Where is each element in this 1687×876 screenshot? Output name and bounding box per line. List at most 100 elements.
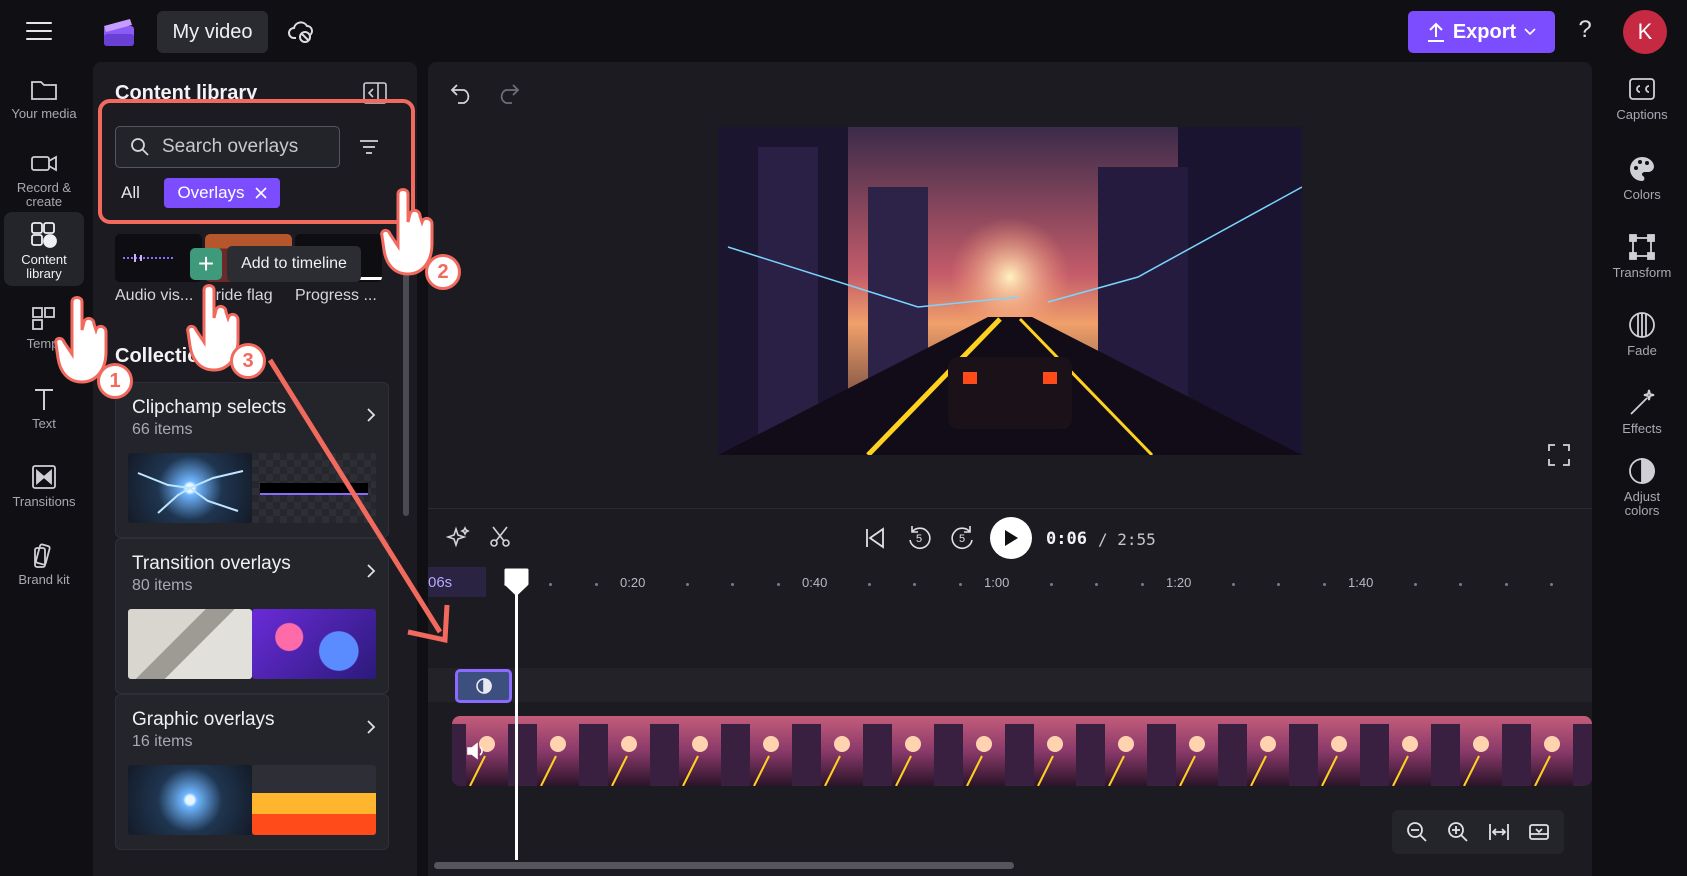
rail-label: Effects bbox=[1622, 421, 1662, 436]
help-icon[interactable]: ? bbox=[1573, 16, 1597, 46]
collection-count: 66 items bbox=[132, 421, 193, 438]
scissors-icon[interactable] bbox=[488, 525, 512, 549]
rail-item-adjust-colors[interactable]: Adjust colors bbox=[1597, 456, 1687, 518]
adjust-colors-icon bbox=[1629, 458, 1655, 484]
folder-icon bbox=[31, 81, 57, 100]
forward-seconds: 5 bbox=[959, 533, 966, 545]
collection-name: Clipchamp selects bbox=[132, 397, 287, 418]
audio-visualizer-thumbnail[interactable] bbox=[115, 234, 202, 282]
export-button[interactable]: Export bbox=[1408, 11, 1555, 53]
rail-item-brand-kit[interactable]: Brand kit bbox=[4, 540, 84, 587]
rail-item-content-library[interactable]: Content library bbox=[4, 212, 84, 286]
highlight-box bbox=[98, 99, 415, 224]
rail-label: colors bbox=[1624, 503, 1660, 518]
cloud-sync-off-icon[interactable] bbox=[288, 18, 316, 46]
stage-divider bbox=[428, 508, 1592, 509]
export-label: Export bbox=[1452, 20, 1517, 43]
collection-card-graphic-overlays[interactable]: Graphic overlays 16 items bbox=[115, 694, 389, 850]
play-button[interactable] bbox=[990, 517, 1032, 559]
palette-icon bbox=[1630, 157, 1654, 181]
rail-item-your-media[interactable]: Your media bbox=[4, 74, 84, 121]
chevron-right-icon bbox=[367, 408, 376, 422]
item-label: Progress ... bbox=[295, 287, 377, 304]
avatar[interactable]: K bbox=[1623, 10, 1667, 54]
chevron-right-icon bbox=[367, 720, 376, 734]
blobs-thumbnail bbox=[252, 609, 376, 679]
ruler-dot bbox=[868, 583, 871, 586]
collection-card-transition-overlays[interactable]: Transition overlays 80 items bbox=[115, 538, 389, 694]
brand-kit-icon bbox=[34, 543, 51, 568]
rail-label: Content bbox=[21, 252, 67, 267]
ruler-dot bbox=[595, 583, 598, 586]
collection-count: 16 items bbox=[132, 733, 193, 750]
skip-to-start-icon[interactable] bbox=[864, 527, 886, 549]
rail-item-colors[interactable]: Colors bbox=[1597, 154, 1687, 202]
fire-thumbnail bbox=[252, 765, 376, 835]
rail-label: library bbox=[26, 266, 62, 281]
zoom-in-icon[interactable] bbox=[1447, 821, 1469, 843]
step-badge-3: 3 bbox=[230, 343, 266, 379]
rail-item-record-create[interactable]: Record & create bbox=[4, 148, 84, 209]
ruler-label: 1:00 bbox=[984, 575, 1010, 590]
redo-icon[interactable] bbox=[496, 82, 520, 104]
ruler-dot bbox=[1414, 583, 1417, 586]
rail-label: Captions bbox=[1616, 107, 1668, 122]
lightning-thumbnail bbox=[128, 765, 252, 835]
rail-label: create bbox=[25, 194, 63, 209]
ruler-dot bbox=[1323, 583, 1326, 586]
ruler-label: 1:40 bbox=[1348, 575, 1374, 590]
timeline-layout-icon[interactable] bbox=[1528, 821, 1550, 843]
top-bar: My video Export ? K bbox=[0, 0, 1687, 66]
rail-item-captions[interactable]: Captions bbox=[1597, 74, 1687, 122]
ruler-label: 0:20 bbox=[620, 575, 646, 590]
playhead-line bbox=[515, 580, 518, 860]
video-clip-track[interactable] bbox=[452, 716, 1592, 786]
overlay-track[interactable] bbox=[428, 668, 1592, 702]
ruler-dot bbox=[959, 583, 962, 586]
fullscreen-icon[interactable] bbox=[1548, 444, 1570, 466]
add-to-timeline-button[interactable]: + bbox=[190, 248, 222, 280]
collection-count: 80 items bbox=[132, 577, 193, 594]
zoom-out-icon[interactable] bbox=[1406, 821, 1428, 843]
video-preview[interactable] bbox=[718, 127, 1302, 455]
upload-icon bbox=[1427, 22, 1444, 42]
forward-5-button[interactable]: 5 bbox=[948, 524, 976, 552]
undo-icon[interactable] bbox=[450, 82, 474, 104]
frame-overlay-thumbnail bbox=[252, 453, 376, 523]
ruler-dot bbox=[686, 583, 689, 586]
overlay-clip[interactable] bbox=[455, 669, 512, 703]
lightning-icon bbox=[137, 470, 244, 514]
ruler-dot bbox=[1459, 583, 1462, 586]
rail-label: Text bbox=[32, 416, 56, 431]
ruler-dot bbox=[777, 583, 780, 586]
ruler-dot bbox=[731, 583, 734, 586]
transitions-icon bbox=[32, 465, 56, 489]
ruler-label: 0:40 bbox=[802, 575, 828, 590]
rewind-5-button[interactable]: 5 bbox=[906, 524, 934, 552]
volume-icon[interactable] bbox=[466, 742, 486, 760]
rail-label: Your media bbox=[11, 106, 77, 121]
fade-icon bbox=[1629, 312, 1655, 338]
menu-icon[interactable] bbox=[26, 22, 52, 42]
rail-label: Record & bbox=[16, 180, 72, 195]
collection-name: Transition overlays bbox=[132, 553, 291, 574]
rail-item-fade[interactable]: Fade bbox=[1597, 310, 1687, 358]
project-title[interactable]: My video bbox=[157, 11, 268, 53]
rail-item-transform[interactable]: Transform bbox=[1597, 232, 1687, 280]
chevron-down-icon bbox=[1524, 28, 1536, 36]
collection-card-clipchamp-selects[interactable]: Clipchamp selects 66 items bbox=[115, 382, 389, 538]
ruler-dot bbox=[913, 583, 916, 586]
left-rail: Your media Record & create Content libra… bbox=[0, 66, 88, 876]
timeline-ruler[interactable]: 0:20 0:40 1:00 1:20 1:40 bbox=[428, 567, 1592, 597]
sparkle-icon[interactable] bbox=[446, 525, 470, 549]
rail-item-effects[interactable]: Effects bbox=[1597, 388, 1687, 436]
playhead-handle[interactable] bbox=[504, 568, 529, 596]
fit-to-width-icon[interactable] bbox=[1488, 821, 1510, 843]
ruler-dot bbox=[1050, 583, 1053, 586]
rail-item-transitions[interactable]: Transitions bbox=[4, 462, 84, 509]
editor-stage: 5 5 0:06 / 2:55 06s 0:20 0:40 1:00 1:20 … bbox=[428, 62, 1592, 876]
timeline-scrollbar[interactable] bbox=[434, 862, 1014, 869]
rail-item-text[interactable]: Text bbox=[4, 384, 84, 431]
ruler-dot bbox=[1141, 583, 1144, 586]
overlay-clip-icon bbox=[475, 678, 492, 694]
